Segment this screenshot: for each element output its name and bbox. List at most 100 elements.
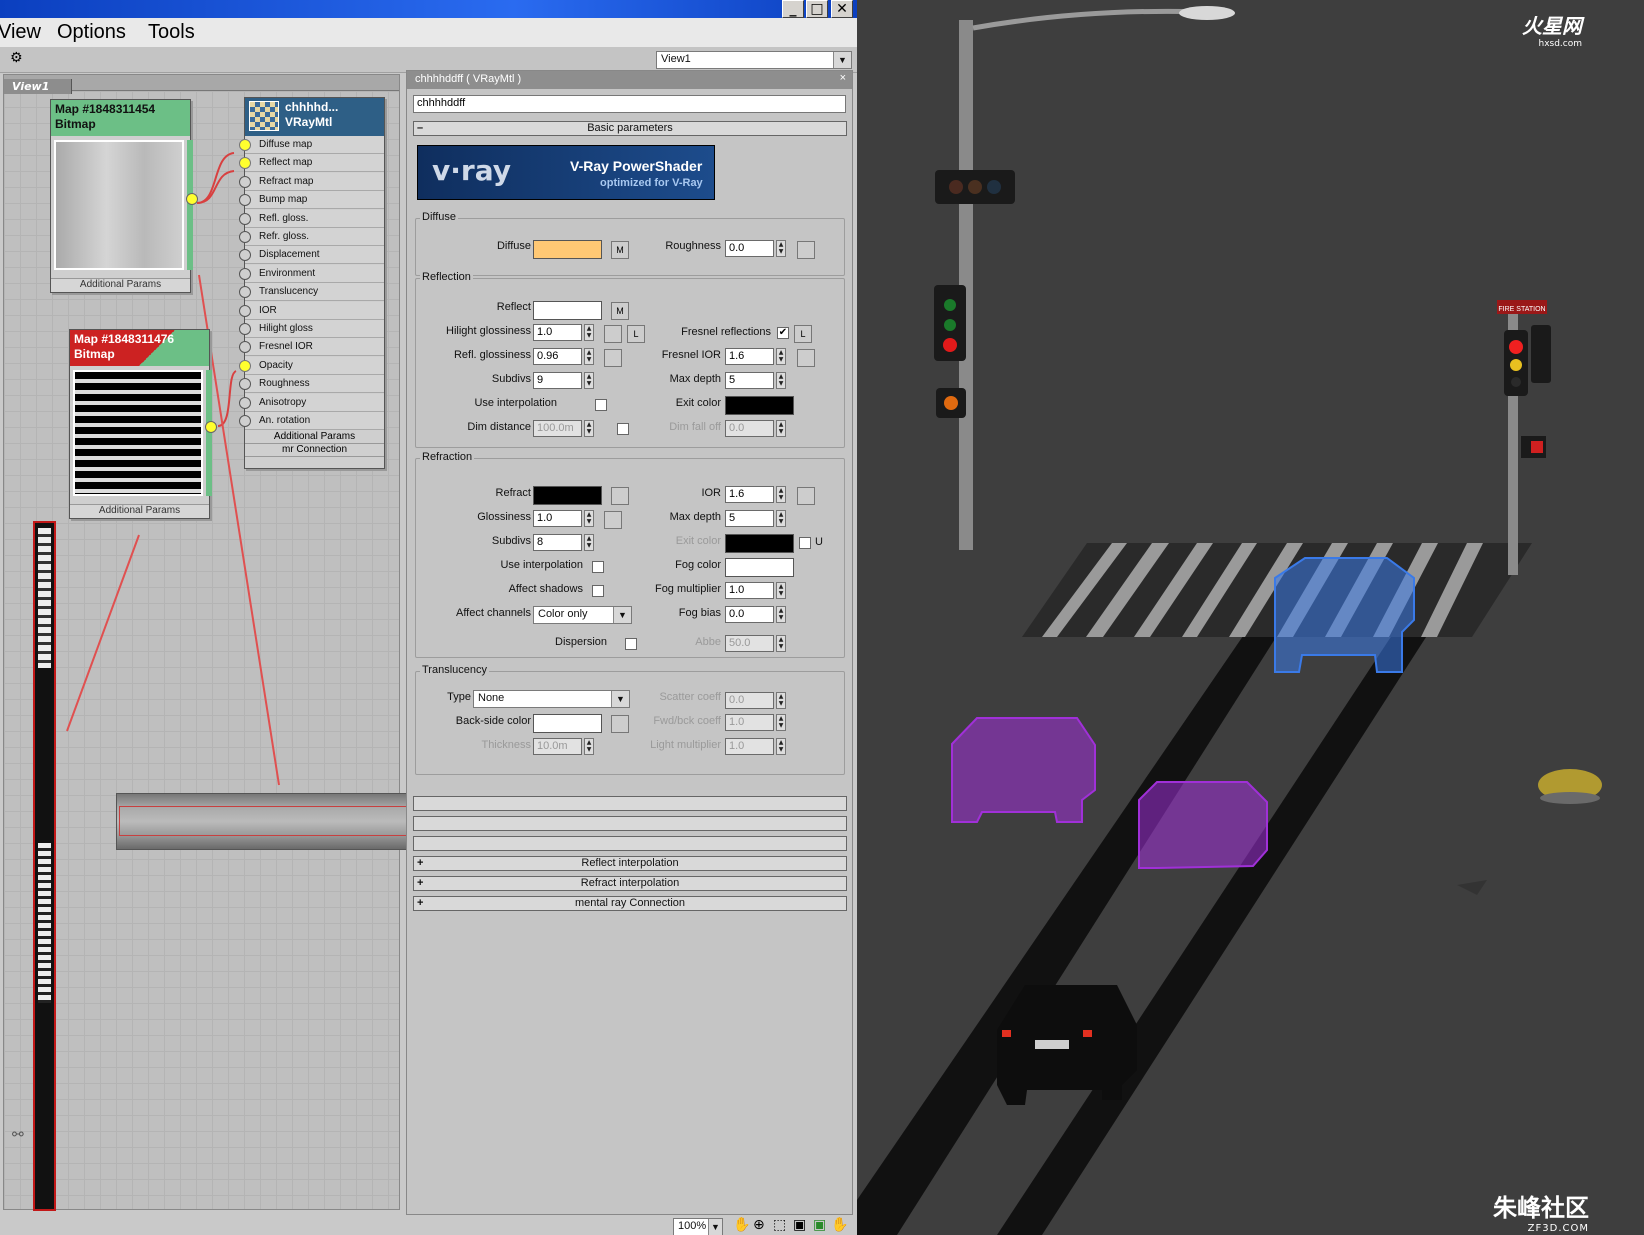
hilight-spinner[interactable]: ▲ ▼ [584,324,594,341]
menu-tools[interactable]: Tools [148,21,195,44]
close-icon[interactable]: × [840,72,846,84]
input-socket[interactable] [239,359,251,372]
refl-gloss-spinner[interactable]: ▲ ▼ [584,348,594,365]
pan-view-icon[interactable]: ✋ [831,1217,848,1233]
refl-use-interpolation-checkbox[interactable] [595,399,607,411]
refl-subdivs-spinner[interactable]: ▲ ▼ [584,372,594,389]
reflect-map-button[interactable]: M [611,302,629,320]
vraymtl-additional-params[interactable]: Additional Params [245,431,384,444]
input-socket[interactable] [239,157,251,170]
translucency-type-select[interactable]: None ▼ [473,690,630,708]
slot-environment[interactable]: Environment [239,264,384,283]
input-socket[interactable] [239,267,251,280]
binoculars-icon[interactable]: ⚯ [12,1127,24,1143]
roughness-map-button[interactable] [797,241,815,259]
menu-view[interactable]: View [0,21,41,44]
refr-max-depth-input[interactable]: 5 [725,510,774,527]
reflect-color-swatch[interactable] [533,301,602,320]
rollout-reflect-interpolation[interactable]: + Reflect interpolation [413,856,847,871]
refl-gloss-map-button[interactable] [604,349,622,367]
minimize-button[interactable]: _ [782,0,804,18]
input-socket[interactable] [239,231,251,243]
bitmap-node-1-footer[interactable]: Additional Params [51,278,190,292]
output-socket[interactable] [186,193,198,205]
light-multiplier-spinner[interactable]: ▲ ▼ [776,738,786,755]
hilight-glossiness-input[interactable]: 1.0 [533,324,582,341]
collapsed-rollout[interactable] [413,796,847,811]
slot-opacity[interactable]: Opacity [239,356,384,375]
zoom-region-icon[interactable]: ⬚ [773,1217,786,1233]
bitmap-node-2[interactable]: Map #1848311476 Bitmap Additional Params [69,329,217,519]
slot-anisotropy[interactable]: Anisotropy [239,393,384,412]
slot-ior[interactable]: IOR [239,301,384,320]
slot-reflect-map[interactable]: Reflect map [239,154,384,173]
fog-bias-spinner[interactable]: ▲ ▼ [776,606,786,623]
hilight-map-button[interactable] [604,325,622,343]
slot-refract-map[interactable]: Refract map [239,172,384,191]
fog-multiplier-input[interactable]: 1.0 [725,582,774,599]
maximize-button[interactable]: □ [806,0,828,18]
roughness-input[interactable]: 0.0 [725,240,774,257]
back-side-color-swatch[interactable] [533,714,602,733]
collapsed-rollout[interactable] [413,816,847,831]
input-socket[interactable] [239,415,251,427]
refract-color-swatch[interactable] [533,486,602,505]
input-socket[interactable] [239,304,251,317]
refl-max-depth-input[interactable]: 5 [725,372,774,389]
refr-subdivs-input[interactable]: 8 [533,534,582,551]
zoom-extents-icon[interactable]: ▣ [793,1217,806,1233]
diffuse-color-swatch[interactable] [533,240,602,259]
dim-distance-spinner[interactable]: ▲ ▼ [584,420,594,437]
ior-input[interactable]: 1.6 [725,486,774,503]
dim-distance-checkbox[interactable] [617,423,629,435]
refl-glossiness-input[interactable]: 0.96 [533,348,582,365]
close-button[interactable]: ✕ [831,0,853,18]
slot-translucency[interactable]: Translucency [239,283,384,302]
fog-bias-input[interactable]: 0.0 [725,606,774,623]
slot-refr-gloss[interactable]: Refr. gloss. [239,228,384,246]
fog-color-swatch[interactable] [725,558,794,577]
fresnel-ior-input[interactable]: 1.6 [725,348,774,365]
vraymtl-node[interactable]: chhhhd... VRayMtl Diffuse map Reflect map… [239,97,385,469]
rollout-mental-ray-connection[interactable]: + mental ray Connection [413,896,847,911]
dim-falloff-input[interactable]: 0.0 [725,420,774,437]
fwd-bck-coeff-spinner[interactable]: ▲ ▼ [776,714,786,731]
refr-gloss-map-button[interactable] [604,511,622,529]
refr-gloss-spinner[interactable]: ▲ ▼ [584,510,594,527]
material-name-field[interactable]: chhhhddff [413,95,846,113]
slot-hilight-gloss[interactable]: Hilight gloss [239,320,384,338]
refr-subdivs-spinner[interactable]: ▲ ▼ [584,534,594,551]
bitmap-node-1[interactable]: Map #1848311454 Bitmap Additional Params [50,99,198,293]
input-socket[interactable] [239,212,251,225]
hilight-lock-button[interactable]: L [627,325,645,343]
slot-refl-gloss[interactable]: Refl. gloss. [239,209,384,228]
dim-distance-input[interactable]: 100.0m [533,420,582,437]
input-socket[interactable] [239,286,251,299]
ior-map-button[interactable] [797,487,815,505]
vraymtl-mr-connection[interactable]: mr Connection [245,444,384,457]
refl-subdivs-input[interactable]: 9 [533,372,582,389]
refr-glossiness-input[interactable]: 1.0 [533,510,582,527]
fresnel-ior-spinner[interactable]: ▲ ▼ [776,348,786,365]
affect-channels-select[interactable]: Color only ▼ [533,606,632,624]
slot-fresnel-ior[interactable]: Fresnel IOR [239,338,384,357]
rollout-refract-interpolation[interactable]: + Refract interpolation [413,876,847,891]
scatter-coeff-spinner[interactable]: ▲ ▼ [776,692,786,709]
diffuse-map-button[interactable]: M [611,241,629,259]
bitmap-node-2-footer[interactable]: Additional Params [70,504,209,518]
scatter-coeff-input[interactable]: 0.0 [725,692,774,709]
input-socket[interactable] [239,139,251,151]
slot-diffuse-map[interactable]: Diffuse map [239,136,384,154]
select-tool-icon[interactable]: ⚙ [10,50,23,66]
abbe-input[interactable]: 50.0 [725,635,774,652]
slot-bump-map[interactable]: Bump map [239,191,384,210]
fresnel-reflections-checkbox[interactable]: ✔ [777,327,789,339]
zoom-icon[interactable]: ⊕ [753,1217,765,1233]
fog-multiplier-spinner[interactable]: ▲ ▼ [776,582,786,599]
slot-an-rotation[interactable]: An. rotation [239,412,384,430]
ior-spinner[interactable]: ▲ ▼ [776,486,786,503]
refr-max-depth-spinner[interactable]: ▲ ▼ [776,510,786,527]
input-socket[interactable] [239,341,251,354]
3d-viewport[interactable]: FIRE STATION 火星网 hxsd.com 朱峰社区 ZF3D.COM [857,0,1644,1235]
refr-exit-color-swatch[interactable] [725,534,794,553]
